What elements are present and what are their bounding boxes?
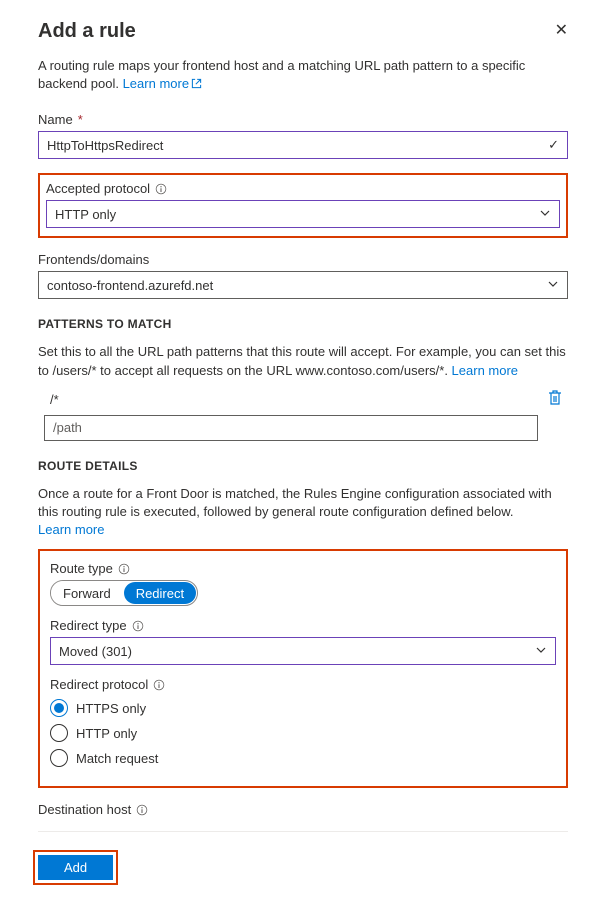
route-section-header: ROUTE DETAILS xyxy=(38,459,568,473)
patterns-learn-more-link[interactable]: Learn more xyxy=(452,363,518,378)
trash-icon[interactable] xyxy=(548,390,562,409)
radio-icon xyxy=(50,724,68,742)
divider xyxy=(38,831,568,832)
chevron-down-icon xyxy=(535,644,547,659)
accepted-protocol-value: HTTP only xyxy=(55,207,116,222)
name-input[interactable]: HttpToHttpsRedirect ✓ xyxy=(38,131,568,159)
intro-learn-more-link[interactable]: Learn more xyxy=(123,76,202,91)
route-type-toggle[interactable]: Forward Redirect xyxy=(50,580,198,606)
route-type-redirect[interactable]: Redirect xyxy=(124,582,196,604)
radio-label: HTTPS only xyxy=(76,701,146,716)
radio-icon xyxy=(50,699,68,717)
info-icon[interactable] xyxy=(118,563,130,575)
frontends-dropdown[interactable]: contoso-frontend.azurefd.net xyxy=(38,271,568,299)
info-icon[interactable] xyxy=(153,679,165,691)
radio-label: Match request xyxy=(76,751,158,766)
checkmark-icon: ✓ xyxy=(548,137,559,153)
redirect-type-label: Redirect type xyxy=(50,618,556,633)
redirect-protocol-label: Redirect protocol xyxy=(50,677,556,692)
radio-match-request[interactable]: Match request xyxy=(50,749,556,767)
route-learn-more-link[interactable]: Learn more xyxy=(38,522,104,537)
pattern-value: /* xyxy=(50,392,540,407)
add-button-highlight: Add xyxy=(33,850,118,885)
radio-http-only[interactable]: HTTP only xyxy=(50,724,556,742)
route-help: Once a route for a Front Door is matched… xyxy=(38,485,568,540)
radio-label: HTTP only xyxy=(76,726,137,741)
name-label: Name * xyxy=(38,112,568,127)
info-icon[interactable] xyxy=(155,183,167,195)
external-link-icon xyxy=(191,76,202,94)
patterns-section-header: PATTERNS TO MATCH xyxy=(38,317,568,331)
chevron-down-icon xyxy=(539,207,551,222)
pattern-input[interactable] xyxy=(44,415,538,441)
redirect-type-value: Moved (301) xyxy=(59,644,132,659)
accepted-protocol-label: Accepted protocol xyxy=(46,181,560,196)
route-type-label: Route type xyxy=(50,561,556,576)
route-type-forward[interactable]: Forward xyxy=(51,581,123,605)
chevron-down-icon xyxy=(547,278,559,293)
radio-https-only[interactable]: HTTPS only xyxy=(50,699,556,717)
accepted-protocol-dropdown[interactable]: HTTP only xyxy=(46,200,560,228)
accepted-protocol-highlight: Accepted protocol HTTP only xyxy=(38,173,568,238)
redirect-type-dropdown[interactable]: Moved (301) xyxy=(50,637,556,665)
close-icon[interactable]: ✕ xyxy=(555,20,568,40)
radio-icon xyxy=(50,749,68,767)
add-button[interactable]: Add xyxy=(38,855,113,880)
destination-host-label: Destination host xyxy=(38,802,568,817)
patterns-help: Set this to all the URL path patterns th… xyxy=(38,343,568,379)
name-value: HttpToHttpsRedirect xyxy=(47,138,163,153)
info-icon[interactable] xyxy=(136,804,148,816)
intro-copy: A routing rule maps your frontend host a… xyxy=(38,58,525,91)
frontends-label: Frontends/domains xyxy=(38,252,568,267)
intro-text: A routing rule maps your frontend host a… xyxy=(38,57,568,94)
route-details-highlight: Route type Forward Redirect Redirect typ… xyxy=(38,549,568,788)
pattern-row: /* xyxy=(38,390,568,409)
frontends-value: contoso-frontend.azurefd.net xyxy=(47,278,213,293)
panel-title: Add a rule xyxy=(38,20,136,43)
info-icon[interactable] xyxy=(132,620,144,632)
